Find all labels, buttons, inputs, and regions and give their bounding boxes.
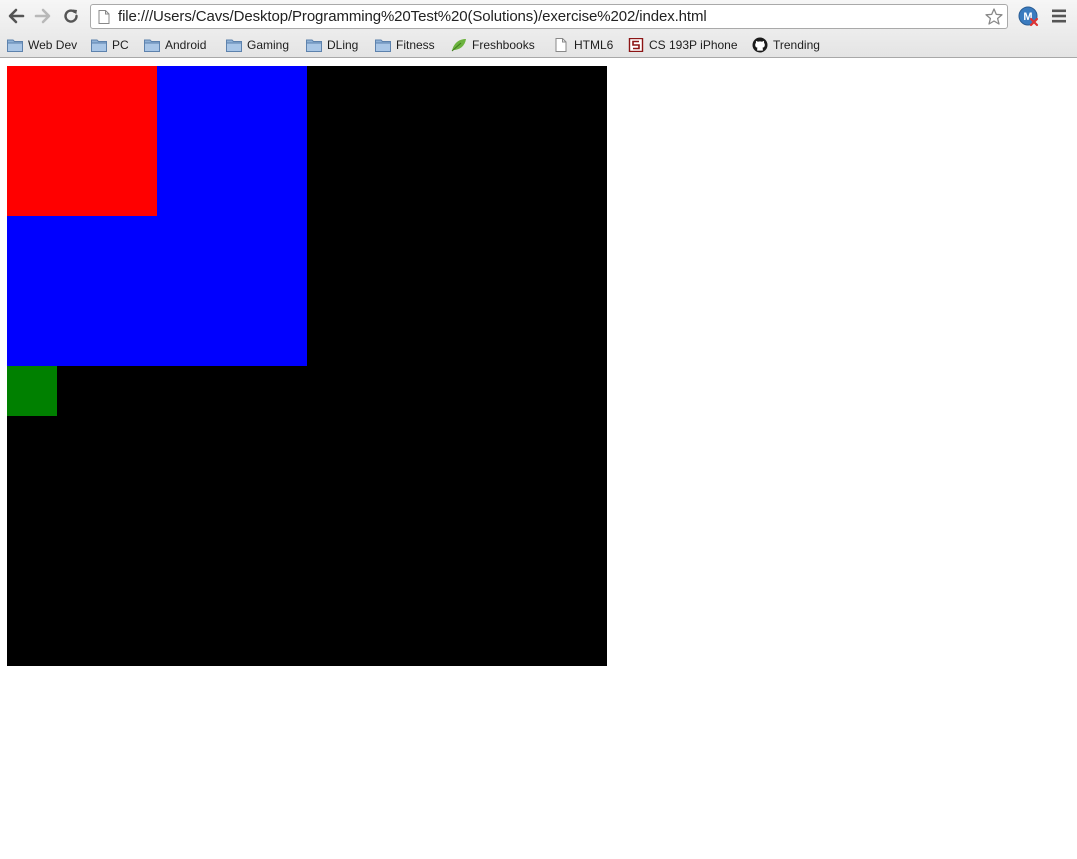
reload-button[interactable] — [60, 5, 82, 27]
address-bar[interactable]: file:///Users/Cavs/Desktop/Programming%2… — [90, 4, 1008, 29]
bookmark-pc[interactable]: PC — [91, 36, 129, 54]
bookmark-web-dev[interactable]: Web Dev — [7, 36, 77, 54]
svg-text:M: M — [1023, 11, 1032, 23]
github-icon — [752, 37, 768, 53]
bookmark-fitness[interactable]: Fitness — [375, 36, 435, 54]
back-arrow-icon — [8, 8, 25, 24]
bookmark-label: Web Dev — [28, 38, 78, 52]
back-button[interactable] — [5, 5, 27, 27]
bookmark-label: HTML6 — [574, 38, 614, 52]
folder-icon — [91, 39, 107, 52]
bookmarks-bar: Web Dev PC Android Gaming DLing Fitness … — [0, 33, 1077, 57]
bookmark-trending[interactable]: Trending — [752, 36, 820, 54]
page-icon — [98, 10, 110, 24]
bookmark-cs-193p-iphone[interactable]: CS 193P iPhone — [628, 36, 738, 54]
drawing-canvas — [7, 66, 607, 666]
folder-icon — [375, 39, 391, 52]
bookmark-gaming[interactable]: Gaming — [226, 36, 289, 54]
folder-icon — [7, 39, 23, 52]
bookmark-freshbooks[interactable]: Freshbooks — [451, 36, 535, 54]
bookmark-label: Freshbooks — [472, 38, 535, 52]
bookmark-label: Fitness — [396, 38, 435, 52]
url-text: file:///Users/Cavs/Desktop/Programming%2… — [118, 8, 707, 25]
browser-chrome: file:///Users/Cavs/Desktop/Programming%2… — [0, 0, 1077, 58]
red-square — [7, 66, 157, 216]
bookmark-label: Gaming — [247, 38, 290, 52]
bookmark-android[interactable]: Android — [144, 36, 206, 54]
leaf-icon — [451, 39, 466, 52]
bookmark-label: Android — [165, 38, 207, 52]
folder-icon — [144, 39, 160, 52]
bookmark-label: CS 193P iPhone — [649, 38, 738, 52]
folder-icon — [306, 39, 322, 52]
bookmark-html6[interactable]: HTML6 — [553, 36, 613, 54]
reload-icon — [64, 9, 78, 23]
bookmark-label: Trending — [773, 38, 820, 52]
bookmark-dling[interactable]: DLing — [306, 36, 358, 54]
forward-button[interactable] — [32, 5, 54, 27]
extension-icon[interactable]: M — [1017, 5, 1039, 27]
star-icon[interactable] — [984, 7, 1004, 27]
browser-toolbar: file:///Users/Cavs/Desktop/Programming%2… — [0, 0, 1077, 33]
green-square — [7, 366, 57, 416]
forward-arrow-icon — [34, 8, 51, 24]
stanford-icon — [628, 38, 644, 52]
folder-icon — [226, 39, 242, 52]
bookmark-label: DLing — [327, 38, 359, 52]
menu-icon[interactable] — [1049, 6, 1069, 26]
page-icon — [555, 38, 567, 52]
bookmark-label: PC — [112, 38, 129, 52]
